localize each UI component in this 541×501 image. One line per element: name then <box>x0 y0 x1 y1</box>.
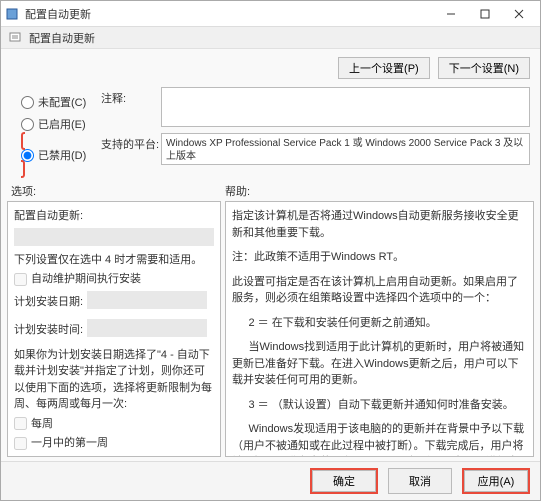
help-p5: 当Windows找到适用于此计算机的更新时，用户将被通知更新已准备好下载。在进入… <box>232 339 527 389</box>
radio-not-configured[interactable]: 未配置(C) <box>21 91 101 113</box>
radio-enabled[interactable]: 已启用(E) <box>21 113 101 135</box>
radio-not-configured-input[interactable] <box>21 96 34 109</box>
schedule-day-label: 计划安装日期: <box>14 294 83 311</box>
nav-buttons: 上一个设置(P) 下一个设置(N) <box>1 49 540 85</box>
radio-enabled-input[interactable] <box>21 118 34 131</box>
help-p7: Windows发现适用于该电脑的的更新并在背景中予以下载（用户不被通知或在此过程… <box>232 421 527 457</box>
help-p1: 指定该计算机是否将通过Windows自动更新服务接收安全更新和其他重要下载。 <box>232 208 527 241</box>
help-header: 帮助: <box>225 183 250 199</box>
radio-disabled-input[interactable] <box>21 149 34 162</box>
maximize-button[interactable] <box>468 3 502 25</box>
window-title: 配置自动更新 <box>25 6 434 22</box>
dialog-window: 配置自动更新 配置自动更新 上一个设置(P) 下一个设置(N) 未配置(C) 已… <box>0 0 541 501</box>
policy-icon <box>9 31 23 45</box>
minimize-button[interactable] <box>434 3 468 25</box>
next-setting-button[interactable]: 下一个设置(N) <box>438 57 530 79</box>
platform-text: Windows XP Professional Service Pack 1 或… <box>161 133 530 165</box>
comment-input[interactable] <box>161 87 530 127</box>
schedule-time-label: 计划安装时间: <box>14 322 83 339</box>
options-long-note: 如果你为计划安装日期选择了"4 - 自动下载并计划安装"并指定了计划，则你还可以… <box>14 347 214 413</box>
schedule-day-select[interactable] <box>87 291 207 309</box>
weekly-checkbox[interactable] <box>14 417 27 430</box>
radio-not-configured-label: 未配置(C) <box>38 94 86 110</box>
config-top-row: 未配置(C) 已启用(E) 已禁用(D) 注释: 支持的平台: Windows … <box>1 85 540 177</box>
radio-disabled-highlight: 已禁用(D) <box>21 132 101 178</box>
help-p2: 注：此政策不适用于Windows RT。 <box>232 249 527 266</box>
first-week-checkbox[interactable] <box>14 437 27 450</box>
radio-disabled[interactable]: 已禁用(D) <box>21 147 101 163</box>
app-icon <box>5 7 19 21</box>
schedule-time-select[interactable] <box>87 319 207 337</box>
help-p4: 2 ＝ 在下载和安装任何更新之前通知。 <box>232 315 527 332</box>
help-panel: 指定该计算机是否将通过Windows自动更新服务接收安全更新和其他重要下载。 注… <box>225 201 534 457</box>
sub-header: 配置自动更新 <box>1 27 540 49</box>
apply-button[interactable]: 应用(A) <box>464 470 528 492</box>
title-bar: 配置自动更新 <box>1 1 540 27</box>
ok-button[interactable]: 确定 <box>312 470 376 492</box>
config-mode-select[interactable] <box>14 228 214 246</box>
maintenance-label: 自动维护期间执行安装 <box>31 271 141 288</box>
maintenance-checkbox[interactable] <box>14 273 27 286</box>
radio-disabled-label: 已禁用(D) <box>38 147 86 163</box>
options-note: 下列设置仅在选中 4 时才需要和适用。 <box>14 252 214 269</box>
weekly-label: 每周 <box>31 416 53 433</box>
first-week-label: 一月中的第一周 <box>31 435 108 452</box>
options-header: 选项: <box>11 183 225 199</box>
platform-label: 支持的平台: <box>101 133 161 152</box>
apply-highlight: 应用(A) <box>462 468 530 494</box>
help-p6: 3 ＝ （默认设置）自动下载更新并通知何时准备安装。 <box>232 397 527 414</box>
dialog-footer: 确定 取消 应用(A) <box>1 461 540 500</box>
options-heading: 配置自动更新: <box>14 208 214 225</box>
help-p3: 此设置可指定是否在该计算机上启用自动更新。如果启用了服务，则必须在组策略设置中选… <box>232 274 527 307</box>
radio-enabled-label: 已启用(E) <box>38 116 86 132</box>
cancel-button[interactable]: 取消 <box>388 468 452 494</box>
state-radio-group: 未配置(C) 已启用(E) 已禁用(D) <box>11 87 101 175</box>
comment-label: 注释: <box>101 87 161 106</box>
close-button[interactable] <box>502 3 536 25</box>
panel-headers: 选项: 帮助: <box>1 177 540 201</box>
prev-setting-button[interactable]: 上一个设置(P) <box>338 57 430 79</box>
options-panel: 配置自动更新: 下列设置仅在选中 4 时才需要和适用。 自动维护期间执行安装 计… <box>7 201 221 457</box>
sub-title: 配置自动更新 <box>29 30 95 46</box>
main-panels: 配置自动更新: 下列设置仅在选中 4 时才需要和适用。 自动维护期间执行安装 计… <box>1 201 540 461</box>
ok-highlight: 确定 <box>310 468 378 494</box>
